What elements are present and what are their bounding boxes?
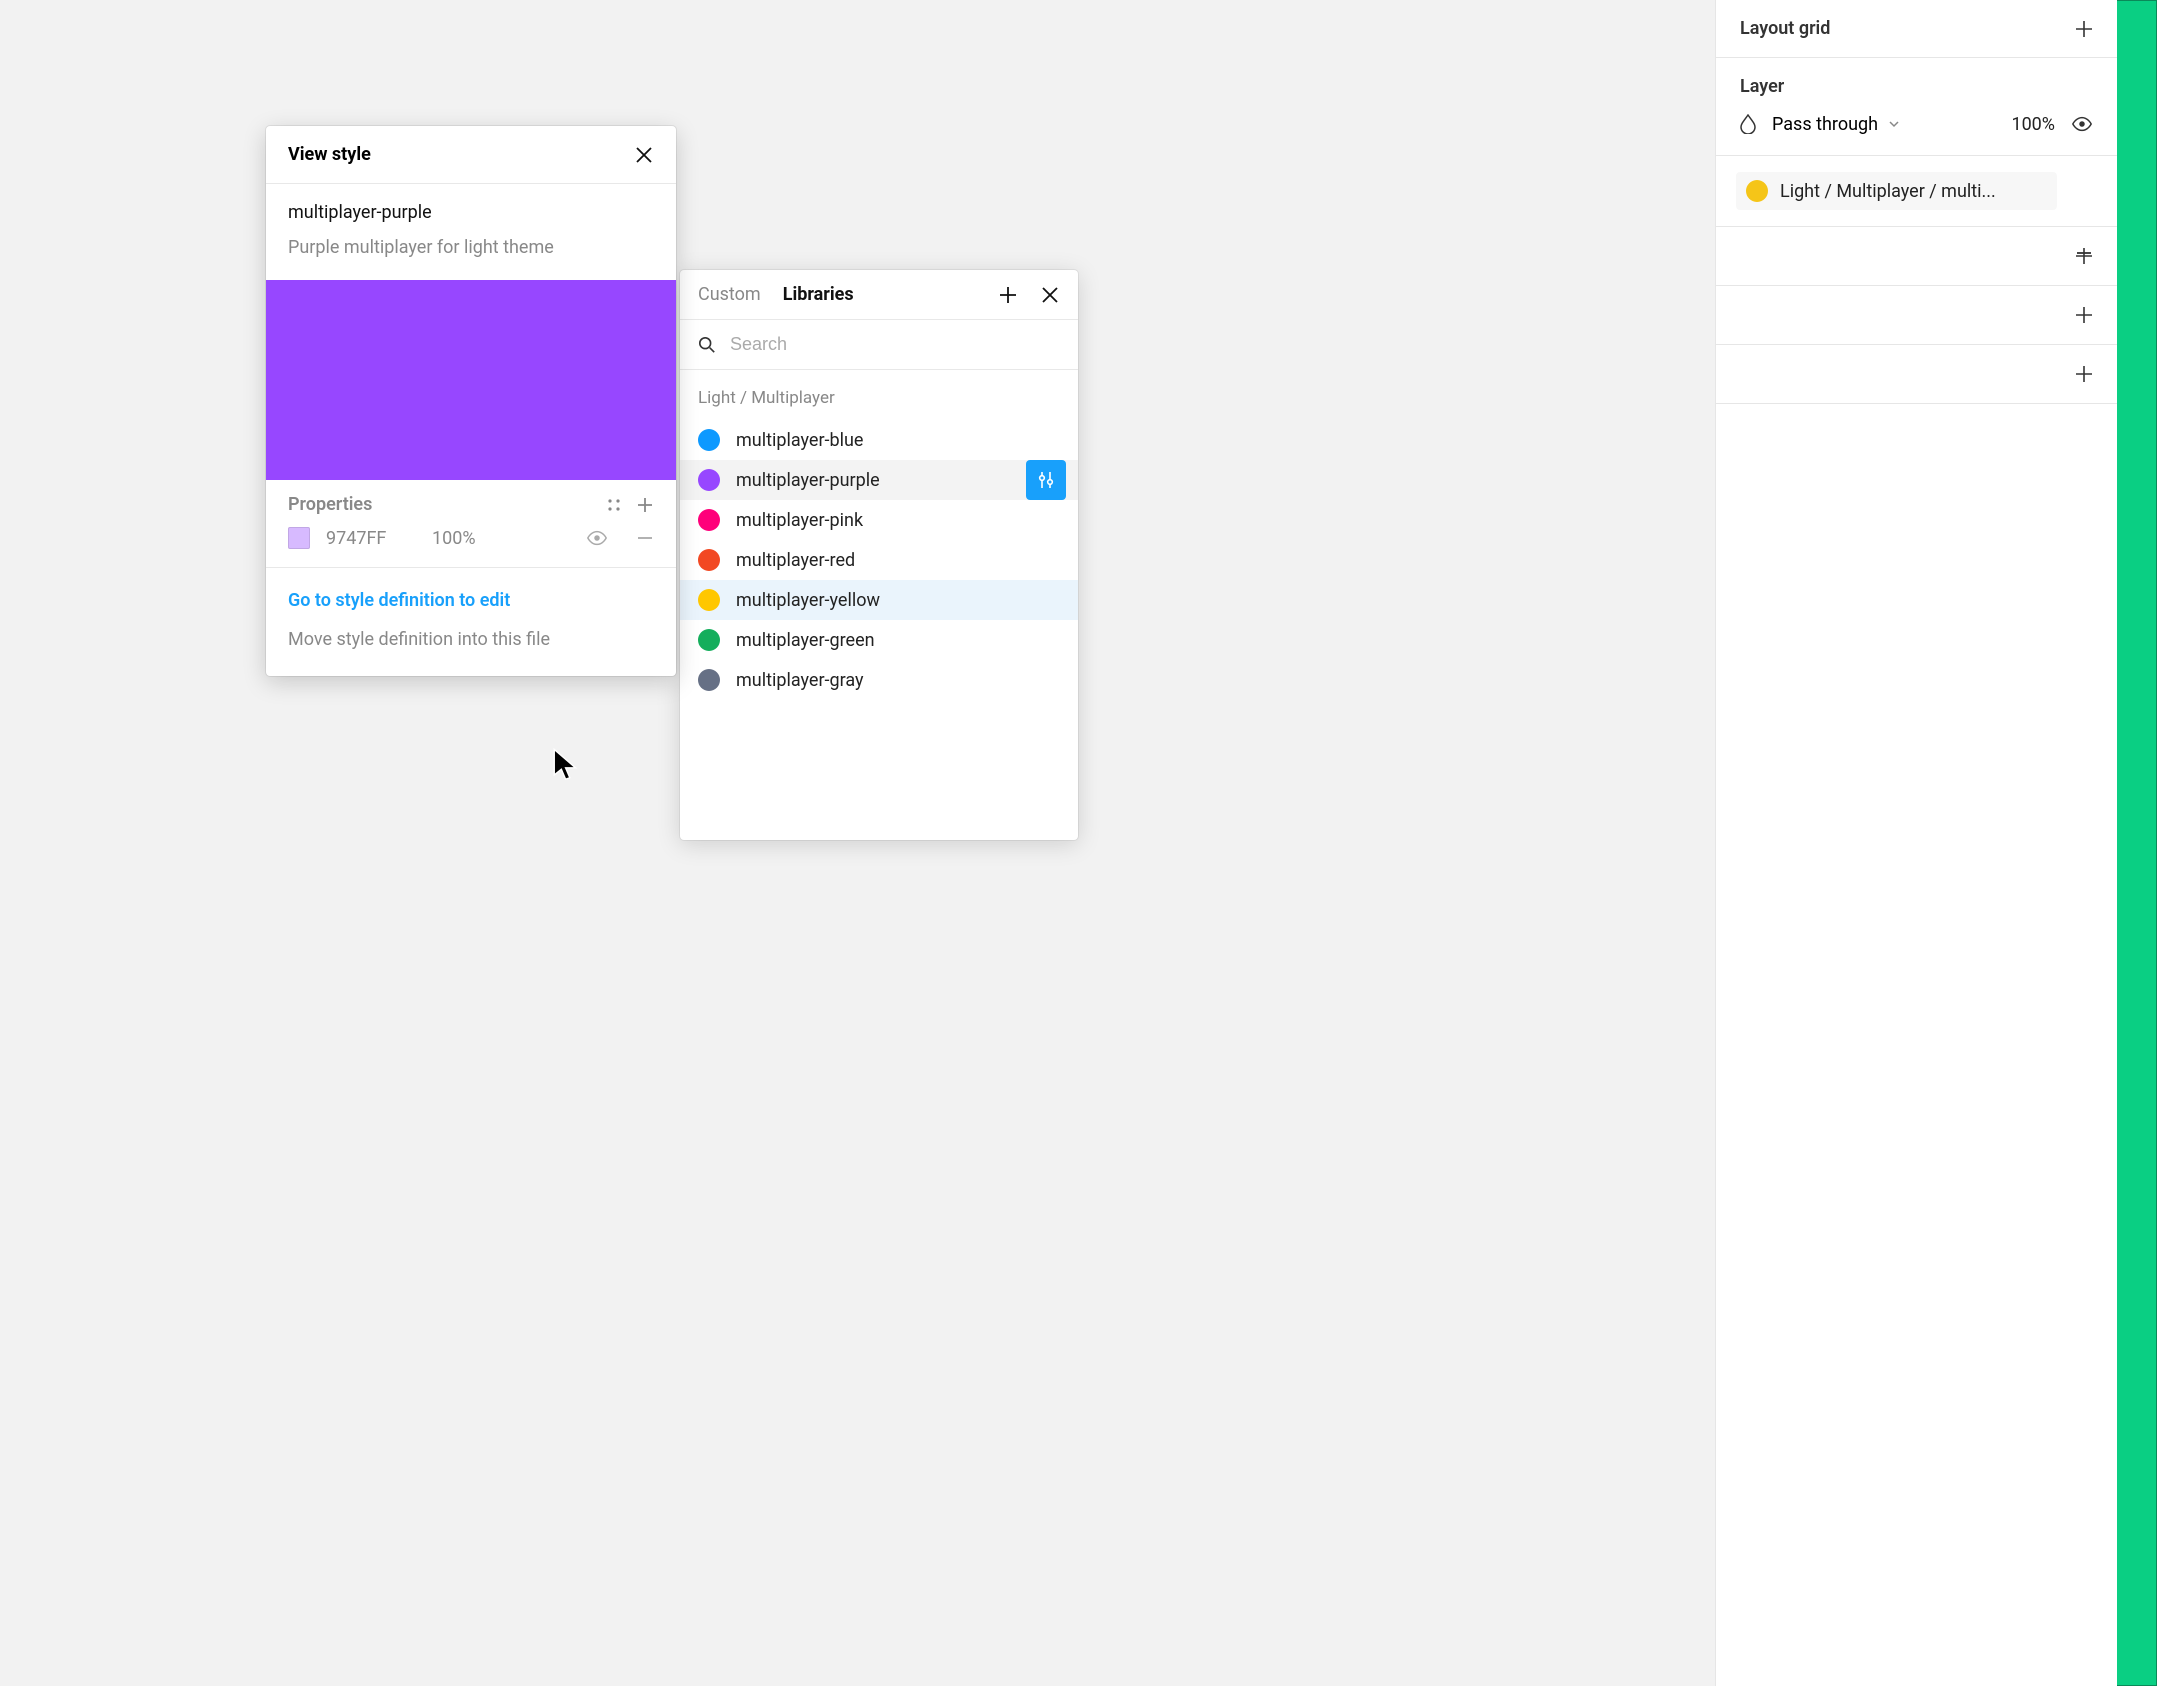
color-opacity-value[interactable]: 100%: [432, 528, 502, 549]
panel-row-1: [1716, 227, 2117, 286]
style-swatch: [698, 629, 720, 651]
style-search-input[interactable]: [730, 334, 1060, 355]
layer-opacity-input[interactable]: 100%: [2011, 114, 2055, 135]
style-item-red[interactable]: multiplayer-red: [680, 540, 1078, 580]
tab-libraries[interactable]: Libraries: [783, 284, 854, 305]
blend-drop-icon: [1740, 114, 1756, 134]
style-item-label: multiplayer-purple: [736, 470, 880, 491]
style-item-label: multiplayer-blue: [736, 430, 863, 451]
close-popover-button[interactable]: [1040, 285, 1060, 305]
style-item-label: multiplayer-red: [736, 550, 855, 571]
view-style-header: View style: [266, 126, 676, 184]
color-swatch: [288, 527, 310, 549]
properties-label: Properties: [288, 494, 592, 515]
color-preview: [266, 280, 676, 480]
remove-property-button[interactable]: [636, 529, 654, 547]
layout-grid-label: Layout grid: [1740, 18, 2059, 39]
add-style-button[interactable]: [998, 285, 1018, 305]
style-item-gray[interactable]: multiplayer-gray: [680, 660, 1078, 700]
search-icon: [698, 336, 716, 354]
blend-mode-select[interactable]: Pass through: [1772, 114, 1995, 135]
layer-section-header: Layer: [1716, 58, 2117, 103]
panel-row-3: [1716, 345, 2117, 404]
remove-style-button[interactable]: [2075, 244, 2093, 262]
color-property-row[interactable]: 9747FF 100%: [288, 527, 654, 549]
applied-style-chip[interactable]: Light / Multiplayer / multi...: [1736, 172, 2057, 210]
style-item-label: multiplayer-yellow: [736, 590, 880, 611]
style-swatch: [698, 669, 720, 691]
add-layout-grid-button[interactable]: [2075, 20, 2093, 38]
style-list: multiplayer-blue multiplayer-purple multip…: [680, 420, 1078, 700]
layout-grid-section: Layout grid: [1716, 0, 2117, 58]
style-name: Light / Multiplayer / multi...: [1780, 181, 2047, 202]
blend-mode-value: Pass through: [1772, 114, 1878, 135]
style-name-field[interactable]: multiplayer-purple: [288, 202, 654, 223]
popover-tabs: Custom Libraries: [680, 270, 1078, 320]
style-item-label: multiplayer-pink: [736, 510, 863, 531]
go-to-definition-link[interactable]: Go to style definition to edit: [288, 590, 654, 611]
add-button-3[interactable]: [2075, 365, 2093, 383]
add-button-2[interactable]: [2075, 306, 2093, 324]
style-swatch: [698, 429, 720, 451]
view-style-popover: View style multiplayer-purple Purple mul…: [266, 126, 676, 676]
style-group-label: Light / Multiplayer: [680, 370, 1078, 420]
style-item-pink[interactable]: multiplayer-pink: [680, 500, 1078, 540]
panel-row-2: [1716, 286, 2117, 345]
visibility-toggle[interactable]: [2071, 113, 2093, 135]
style-item-green[interactable]: multiplayer-green: [680, 620, 1078, 660]
view-style-title: View style: [288, 144, 634, 165]
style-item-yellow[interactable]: multiplayer-yellow: [680, 580, 1078, 620]
layer-blend-row: Pass through 100%: [1716, 103, 2117, 156]
style-description-field[interactable]: Purple multiplayer for light theme: [288, 237, 654, 258]
layer-label: Layer: [1740, 76, 2093, 97]
edit-style-button[interactable]: [1026, 460, 1066, 500]
canvas-selection-edge: [2115, 0, 2157, 1686]
visibility-icon[interactable]: [586, 527, 608, 549]
style-item-blue[interactable]: multiplayer-blue: [680, 420, 1078, 460]
style-meta: multiplayer-purple Purple multiplayer fo…: [266, 184, 676, 280]
add-property-button[interactable]: [636, 496, 654, 514]
style-actions: Go to style definition to edit Move styl…: [266, 568, 676, 676]
style-swatch: [698, 469, 720, 491]
style-swatch: [1746, 180, 1768, 202]
style-options-button[interactable]: [606, 497, 622, 513]
chevron-down-icon: [1888, 118, 1900, 130]
properties-panel: Layout grid Layer Pass through 100% Ligh…: [1715, 0, 2117, 1686]
style-item-label: multiplayer-gray: [736, 670, 864, 691]
style-swatch: [698, 509, 720, 531]
close-view-style-button[interactable]: [634, 145, 654, 165]
color-styles-popover: Custom Libraries Light / Multiplayer mul…: [680, 270, 1078, 840]
properties-section: Properties 9747FF 100%: [266, 480, 676, 568]
style-item-label: multiplayer-green: [736, 630, 875, 651]
color-hex-value[interactable]: 9747FF: [326, 528, 416, 549]
move-definition-link[interactable]: Move style definition into this file: [288, 629, 654, 650]
style-swatch: [698, 589, 720, 611]
style-swatch: [698, 549, 720, 571]
cursor-icon: [552, 748, 582, 778]
tab-custom[interactable]: Custom: [698, 284, 761, 305]
style-item-purple[interactable]: multiplayer-purple: [680, 460, 1078, 500]
style-search: [680, 320, 1078, 370]
